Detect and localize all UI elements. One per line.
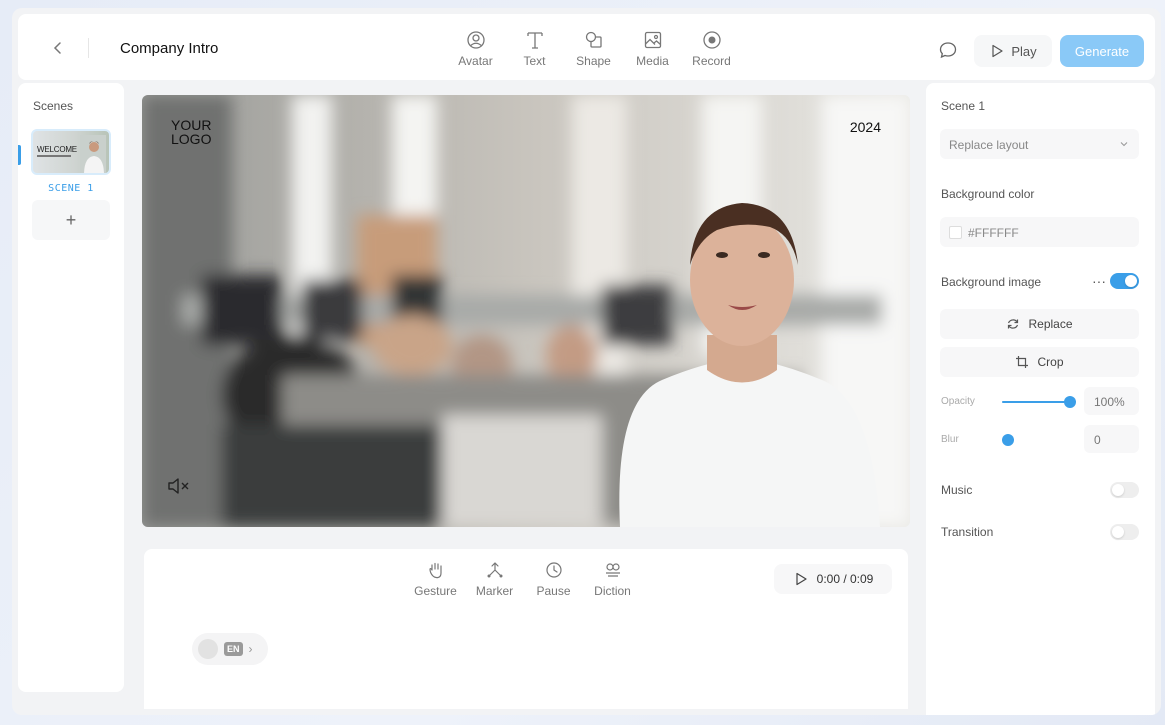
scenes-title: Scenes bbox=[33, 99, 74, 113]
logo-text: YOUR LOGO bbox=[171, 117, 212, 147]
layout-select[interactable]: Replace layout bbox=[940, 129, 1139, 159]
record-icon bbox=[702, 31, 721, 49]
chevron-down-icon bbox=[1120, 142, 1128, 147]
transition-toggle[interactable] bbox=[1110, 524, 1139, 540]
script-tools: Gesture Marker Pause Diction bbox=[406, 561, 642, 598]
tool-gesture-label: Gesture bbox=[414, 584, 457, 598]
bg-color-field[interactable]: #FFFFFF bbox=[940, 217, 1139, 247]
add-scene-button[interactable]: + bbox=[32, 200, 110, 240]
voice-avatar bbox=[198, 639, 218, 659]
toggle-knob bbox=[1125, 275, 1137, 287]
bg-color-value: #FFFFFF bbox=[968, 226, 1019, 240]
replace-button[interactable]: Replace bbox=[940, 309, 1139, 339]
blur-slider-handle[interactable] bbox=[1002, 434, 1014, 446]
tool-shape[interactable]: Shape bbox=[564, 30, 623, 68]
tool-marker[interactable]: Marker bbox=[465, 561, 524, 598]
scene-label: SCENE 1 bbox=[48, 183, 94, 194]
toggle-knob bbox=[1112, 526, 1124, 538]
color-swatch[interactable] bbox=[949, 226, 962, 239]
music-label: Music bbox=[941, 483, 973, 497]
insert-tools: Avatar Text Shape Media Record bbox=[446, 30, 741, 68]
properties-panel: Scene 1 Replace layout Background color … bbox=[926, 83, 1155, 715]
shape-icon bbox=[585, 31, 602, 48]
tool-text[interactable]: Text bbox=[505, 30, 564, 68]
tool-gesture[interactable]: Gesture bbox=[406, 561, 465, 598]
layout-select-placeholder: Replace layout bbox=[949, 138, 1029, 152]
play-icon bbox=[992, 44, 1003, 58]
year-text[interactable]: 2024 bbox=[850, 119, 881, 135]
language-badge: EN bbox=[224, 642, 243, 656]
background-image bbox=[142, 95, 910, 527]
play-icon bbox=[796, 572, 807, 586]
tool-pause-label: Pause bbox=[536, 584, 571, 598]
diction-icon bbox=[605, 563, 620, 577]
replace-label: Replace bbox=[1028, 317, 1073, 331]
tool-media-label: Media bbox=[636, 54, 669, 68]
media-icon bbox=[644, 31, 661, 49]
thumb-welcome-text: WELCOME bbox=[37, 145, 77, 154]
crop-button[interactable]: Crop bbox=[940, 347, 1139, 377]
tool-marker-label: Marker bbox=[475, 584, 514, 598]
video-canvas[interactable]: YOUR LOGO 2024 bbox=[142, 95, 910, 527]
comment-icon[interactable] bbox=[938, 40, 958, 60]
bg-color-label: Background color bbox=[941, 187, 1035, 201]
bg-image-label: Background image bbox=[941, 275, 1042, 289]
top-toolbar: Company Intro Avatar Text Shape Media Re… bbox=[18, 14, 1155, 80]
tool-pause[interactable]: Pause bbox=[524, 561, 583, 598]
text-icon bbox=[526, 32, 543, 49]
voice-selector[interactable]: EN › bbox=[192, 633, 268, 665]
plus-icon: + bbox=[65, 209, 77, 230]
thumb-subtitle-line bbox=[37, 155, 71, 157]
tool-diction[interactable]: Diction bbox=[583, 561, 642, 598]
crop-label: Crop bbox=[1037, 355, 1064, 369]
scene-title: Scene 1 bbox=[941, 99, 986, 113]
active-scene-indicator bbox=[18, 145, 21, 165]
crop-icon bbox=[1016, 356, 1029, 368]
tool-avatar[interactable]: Avatar bbox=[446, 30, 505, 68]
mute-icon[interactable] bbox=[166, 475, 192, 497]
blur-label: Blur bbox=[941, 434, 959, 445]
back-arrow-icon[interactable] bbox=[48, 38, 68, 58]
tool-media[interactable]: Media bbox=[623, 30, 682, 68]
toggle-knob bbox=[1112, 484, 1124, 496]
more-options-icon[interactable]: ··· bbox=[1092, 273, 1106, 289]
avatar-icon bbox=[466, 31, 485, 49]
marker-icon bbox=[487, 562, 502, 578]
tool-record-label: Record bbox=[692, 54, 731, 68]
logo-placeholder[interactable]: YOUR LOGO bbox=[171, 118, 231, 146]
music-toggle[interactable] bbox=[1110, 482, 1139, 498]
tool-record[interactable]: Record bbox=[682, 30, 741, 68]
play-button-label: Play bbox=[1011, 43, 1037, 59]
tool-diction-label: Diction bbox=[594, 584, 631, 598]
scene-thumbnail[interactable]: WELCOME bbox=[31, 129, 111, 175]
blur-slider[interactable] bbox=[1002, 434, 1070, 446]
blur-input[interactable]: 0 bbox=[1084, 425, 1139, 453]
project-title[interactable]: Company Intro bbox=[120, 40, 218, 57]
tool-text-label: Text bbox=[523, 54, 546, 68]
tool-avatar-label: Avatar bbox=[458, 54, 493, 68]
generate-button[interactable]: Generate bbox=[1060, 35, 1144, 67]
opacity-slider-fill bbox=[1002, 401, 1070, 403]
tool-shape-label: Shape bbox=[576, 54, 611, 68]
editor-window: Company Intro Avatar Text Shape Media Re… bbox=[12, 8, 1161, 715]
scenes-panel: Scenes WELCOME SCENE 1 + bbox=[18, 83, 124, 692]
divider bbox=[88, 38, 89, 58]
gesture-icon bbox=[428, 562, 442, 579]
chevron-right-icon: › bbox=[248, 642, 253, 656]
preview-play-button[interactable]: 0:00 / 0:09 bbox=[774, 564, 892, 594]
opacity-label: Opacity bbox=[941, 396, 975, 407]
script-editor: Gesture Marker Pause Diction 0:00 / 0:09… bbox=[144, 549, 908, 709]
refresh-icon bbox=[1008, 319, 1019, 329]
time-display: 0:00 / 0:09 bbox=[816, 572, 874, 586]
transition-label: Transition bbox=[941, 525, 994, 539]
opacity-input[interactable]: 100% bbox=[1084, 387, 1139, 415]
play-button[interactable]: Play bbox=[974, 35, 1052, 67]
opacity-slider-handle[interactable] bbox=[1064, 396, 1076, 408]
pause-clock-icon bbox=[545, 562, 562, 578]
opacity-slider[interactable] bbox=[1002, 396, 1076, 408]
thumb-avatar-image bbox=[80, 135, 106, 173]
bg-image-toggle[interactable] bbox=[1110, 273, 1139, 289]
